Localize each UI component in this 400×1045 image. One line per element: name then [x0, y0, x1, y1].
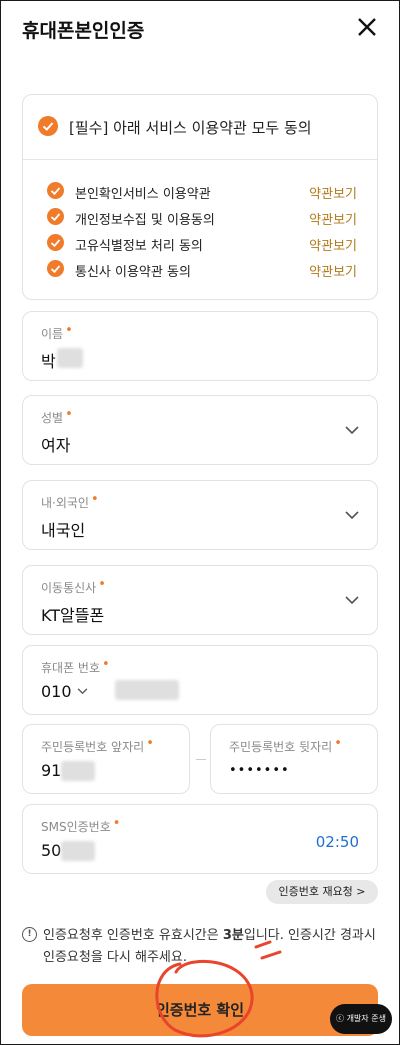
name-label: 이름 •	[41, 323, 73, 341]
carrier-value: KT알뜰폰	[41, 606, 105, 625]
redacted-rrn	[61, 761, 95, 781]
gender-select[interactable]: 성별 • 여자	[22, 395, 378, 465]
carrier-label: 이동통신사 •	[41, 577, 106, 595]
required-mark: •	[334, 736, 342, 751]
gender-value: 여자	[41, 436, 71, 455]
carrier-select[interactable]: 이동통신사 • KT알뜰폰	[22, 565, 378, 635]
phone-label: 휴대폰 번호 •	[41, 657, 110, 675]
sms-value: 50	[41, 841, 62, 860]
agree-all-checkbox[interactable]	[38, 116, 58, 136]
term-item: 본인확인서비스 이용약관 약관보기	[47, 182, 357, 202]
required-mark: •	[65, 323, 73, 338]
countdown-timer: 02:50	[315, 833, 359, 851]
notice-text: 인증요청후 인증번호 유효시간은 3분입니다. 인증시간 경과시 인증요청을 다…	[43, 928, 376, 965]
term-item: 통신사 이용약관 동의 약관보기	[47, 260, 357, 280]
chevron-down-icon[interactable]	[345, 511, 359, 520]
nationality-value: 내국인	[41, 521, 86, 540]
agree-all-label[interactable]: [필수] 아래 서비스 이용약관 모두 동의	[69, 117, 312, 138]
term-label: 통신사 이용약관 동의	[75, 265, 191, 280]
required-mark: •	[65, 407, 73, 422]
term-item: 개인정보수집 및 이용동의 약관보기	[47, 208, 357, 228]
sms-label: SMS인증번호 •	[41, 816, 121, 834]
agreement-card: [필수] 아래 서비스 이용약관 모두 동의 본인확인서비스 이용약관 약관보기…	[22, 94, 378, 300]
nationality-label: 내·외국인 •	[41, 492, 99, 510]
chevron-down-icon[interactable]	[345, 426, 359, 435]
redacted-phone-number	[115, 680, 179, 700]
sms-code-field[interactable]: SMS인증번호 • 50 02:50	[22, 804, 378, 874]
page-title: 휴대폰본인인증	[22, 20, 145, 42]
header: 휴대폰본인인증	[0, 0, 400, 58]
redacted-sms-code	[61, 841, 95, 861]
view-terms-link[interactable]: 약관보기	[309, 235, 357, 254]
rrn-front-field[interactable]: 주민등록번호 앞자리 • 91	[22, 724, 190, 794]
term-checkbox[interactable]	[47, 182, 64, 199]
term-item: 고유식별정보 처리 동의 약관보기	[47, 234, 357, 254]
nationality-select[interactable]: 내·외국인 • 내국인	[22, 480, 378, 550]
name-value: 박	[41, 352, 56, 371]
term-checkbox[interactable]	[47, 260, 64, 277]
gender-label: 성별 •	[41, 407, 73, 425]
view-terms-link[interactable]: 약관보기	[309, 261, 357, 280]
view-terms-link[interactable]: 약관보기	[309, 183, 357, 202]
required-mark: •	[90, 492, 99, 507]
rrn-separator	[196, 759, 206, 760]
rrn-front-value: 91	[41, 761, 62, 780]
view-terms-link[interactable]: 약관보기	[309, 209, 357, 228]
required-mark: •	[112, 816, 121, 831]
name-field[interactable]: 이름 • 박	[22, 311, 378, 381]
confirm-code-button[interactable]: 인증번호 확인	[22, 984, 378, 1036]
required-mark: •	[102, 657, 110, 672]
close-icon[interactable]	[354, 14, 380, 40]
term-checkbox[interactable]	[47, 208, 64, 225]
rrn-back-value: •••••••	[229, 763, 290, 778]
phone-prefix-select[interactable]: 010	[41, 682, 101, 701]
rrn-back-field[interactable]: 주민등록번호 뒷자리 • •••••••	[210, 724, 378, 794]
watermark-logo: ⓒ 개발자 준생	[330, 1004, 392, 1034]
chevron-down-icon[interactable]	[345, 596, 359, 605]
rrn-back-label: 주민등록번호 뒷자리 •	[229, 736, 342, 754]
resend-code-button[interactable]: 인증번호 재요청 >	[266, 880, 378, 904]
term-checkbox[interactable]	[47, 234, 64, 251]
info-icon: !	[22, 927, 37, 942]
chevron-down-icon[interactable]	[77, 688, 88, 695]
term-label: 개인정보수집 및 이용동의	[75, 213, 215, 228]
rrn-front-label: 주민등록번호 앞자리 •	[41, 736, 154, 754]
divider	[23, 159, 377, 160]
redacted-name	[57, 348, 83, 368]
phone-field[interactable]: 휴대폰 번호 • 010	[22, 645, 378, 715]
term-label: 본인확인서비스 이용약관	[75, 187, 211, 202]
term-label: 고유식별정보 처리 동의	[75, 239, 203, 254]
required-mark: •	[146, 736, 154, 751]
required-mark: •	[98, 577, 106, 592]
